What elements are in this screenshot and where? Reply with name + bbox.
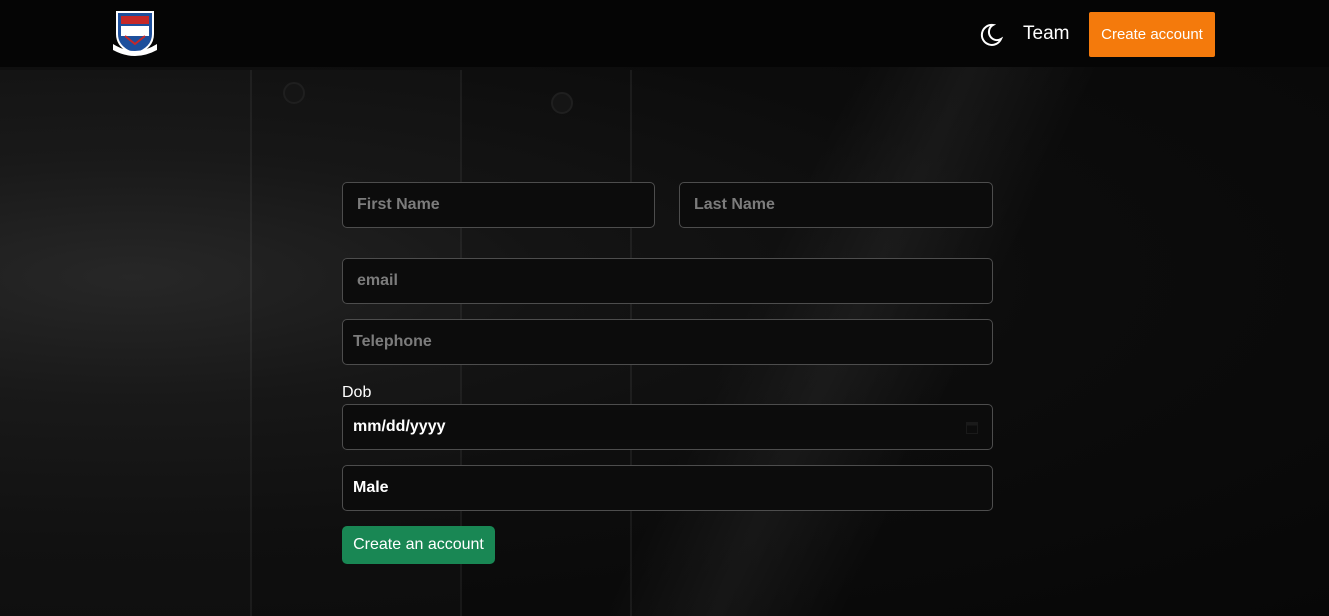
create-an-account-button[interactable]: Create an account bbox=[342, 526, 495, 564]
background-image bbox=[0, 0, 1329, 616]
dob-label: Dob bbox=[342, 384, 372, 401]
first-name-input[interactable] bbox=[342, 182, 655, 228]
nav-link-team[interactable]: Team bbox=[1023, 23, 1069, 45]
moon-icon[interactable] bbox=[978, 22, 1004, 48]
last-name-input[interactable] bbox=[679, 182, 993, 228]
gender-select[interactable]: Male bbox=[342, 465, 993, 511]
school-crest-logo[interactable] bbox=[111, 6, 159, 58]
background-seam bbox=[250, 70, 252, 616]
background-fold bbox=[0, 70, 250, 616]
dob-date-value: mm/dd/yyyy bbox=[353, 418, 446, 435]
email-input[interactable] bbox=[342, 258, 993, 304]
calendar-icon[interactable] bbox=[966, 421, 978, 434]
dob-date-input[interactable]: mm/dd/yyyy bbox=[342, 404, 993, 450]
background-button bbox=[551, 92, 573, 114]
background-button bbox=[283, 82, 305, 104]
telephone-input[interactable] bbox=[342, 319, 993, 365]
top-navbar: Team Create account bbox=[0, 0, 1329, 67]
gender-selected-value: Male bbox=[353, 479, 389, 496]
create-account-button[interactable]: Create account bbox=[1089, 12, 1215, 57]
